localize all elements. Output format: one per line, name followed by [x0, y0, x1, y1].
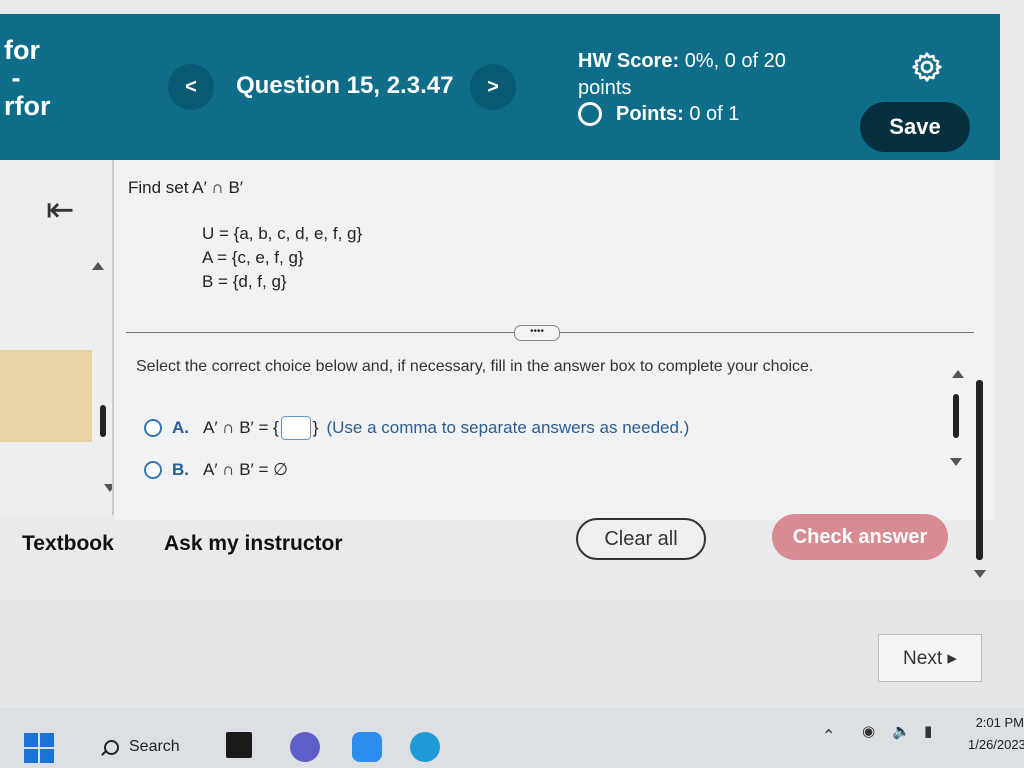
choice-b[interactable]: B. A′ ∩ B′ = ∅	[144, 460, 288, 480]
wifi-icon[interactable]: ◉	[862, 722, 875, 740]
page-scrollbar-thumb[interactable]	[976, 380, 983, 560]
windows-start-icon[interactable]	[24, 733, 54, 763]
ask-instructor-link[interactable]: Ask my instructor	[164, 532, 343, 556]
video-chat-icon[interactable]	[290, 732, 320, 762]
instruction-text: Select the correct choice below and, if …	[136, 358, 814, 375]
check-answer-button[interactable]: Check answer	[772, 514, 948, 560]
chevron-left-icon: <	[185, 75, 197, 98]
scroll-up-icon[interactable]	[952, 370, 964, 378]
collapse-left-icon[interactable]: ⇤	[46, 190, 75, 230]
set-definition: U = {a, b, c, d, e, f, g}	[202, 224, 363, 243]
answer-input[interactable]	[280, 416, 311, 440]
set-definition: A = {c, e, f, g}	[202, 248, 304, 267]
textbook-link[interactable]: Textbook	[22, 532, 114, 556]
hw-score: HW Score: 0%, 0 of 20 points	[578, 50, 786, 99]
edge-browser-icon[interactable]	[410, 732, 440, 762]
question-prompt: Find set A′ ∩ B′	[128, 178, 243, 197]
taskbar-search[interactable]: Search	[104, 738, 180, 756]
page-scroll-down-icon[interactable]	[974, 570, 986, 578]
bottom-panel	[0, 600, 1024, 710]
rail-highlight	[0, 350, 92, 442]
scroll-down-icon[interactable]	[950, 458, 962, 466]
expand-more-button[interactable]: ••••	[514, 325, 560, 341]
battery-icon[interactable]: ▮	[924, 722, 932, 740]
previous-question-button[interactable]: <	[168, 64, 214, 110]
chat-app-icon[interactable]	[352, 732, 382, 762]
chevron-right-icon: >	[487, 75, 499, 98]
set-definition: B = {d, f, g}	[202, 272, 287, 291]
rail-scrollbar-thumb[interactable]	[100, 405, 106, 437]
save-button[interactable]: Save	[860, 102, 970, 152]
clear-all-button[interactable]: Clear all	[576, 518, 706, 560]
question-header: for - rfor < Question 15, 2.3.47 > HW Sc…	[0, 14, 1000, 160]
rail-scroll-up-icon[interactable]	[92, 262, 104, 270]
status-circle-icon	[578, 102, 602, 126]
assignment-title-fragment: for - rfor	[4, 35, 51, 121]
question-title: Question 15, 2.3.47	[236, 72, 454, 99]
volume-icon[interactable]: 🔈	[892, 722, 911, 740]
radio-button[interactable]	[144, 419, 162, 437]
radio-button[interactable]	[144, 461, 162, 479]
scrollbar-thumb[interactable]	[953, 394, 959, 438]
gear-icon[interactable]	[910, 50, 944, 84]
app-icon[interactable]	[226, 732, 252, 758]
search-icon	[104, 739, 119, 755]
choice-a[interactable]: A. A′ ∩ B′ = { } (Use a comma to separat…	[144, 416, 689, 440]
clock[interactable]: 2:01 PM 1/26/2023	[968, 712, 1024, 756]
answer-hint: (Use a comma to separate answers as need…	[326, 418, 690, 437]
next-question-button[interactable]: >	[470, 64, 516, 110]
next-button[interactable]: Next ▸	[878, 634, 982, 682]
tray-expand-icon[interactable]: ⌃	[822, 726, 835, 746]
points-status: Points: 0 of 1	[578, 102, 739, 126]
